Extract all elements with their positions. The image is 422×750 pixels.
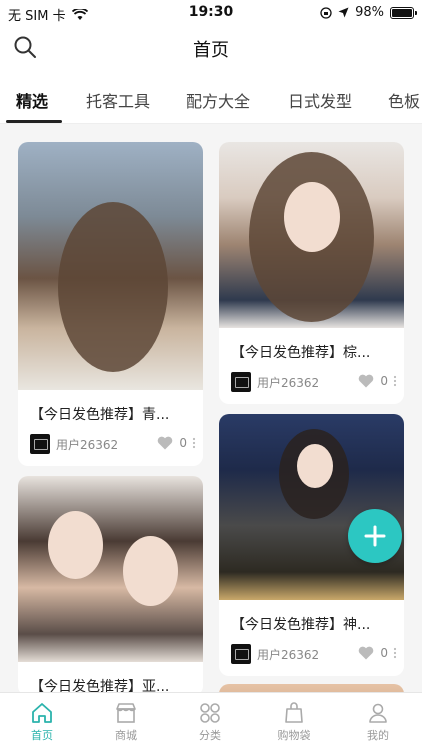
status-bar: 无 SIM 卡 19:30 98% — [0, 0, 422, 26]
store-icon — [116, 703, 136, 723]
profile-icon — [369, 703, 387, 723]
post-meta: 用户26362 0 — [18, 434, 203, 466]
post-meta: 用户26362 0 — [219, 372, 404, 404]
post-meta: 用户26362 0 — [219, 644, 404, 676]
tab-tools[interactable]: 托客工具 — [86, 88, 150, 112]
header: 首页 — [0, 26, 422, 70]
battery-percent: 98% — [355, 5, 384, 20]
post-title: 【今日发色推荐】亚... — [30, 679, 170, 692]
add-post-button[interactable] — [348, 509, 402, 563]
avatar — [231, 644, 251, 664]
shopping-bag-icon — [285, 702, 303, 723]
post-title: 【今日发色推荐】神... — [231, 617, 371, 633]
nav-label: 商城 — [115, 729, 137, 742]
page-title: 首页 — [193, 40, 229, 61]
post-image — [18, 142, 203, 390]
orientation-lock-icon — [320, 6, 332, 19]
battery-level — [392, 8, 412, 17]
post-title: 【今日发色推荐】青... — [30, 407, 170, 423]
avatar — [231, 372, 251, 392]
post-card[interactable]: 【今日发色推荐】棕... 用户26362 0 — [219, 142, 404, 404]
post-image — [219, 414, 404, 600]
category-icon — [200, 703, 220, 723]
plus-icon — [364, 525, 386, 547]
post-image — [219, 142, 404, 328]
bottom-navigation: 首页 商城 分类 购物袋 我的 — [0, 692, 422, 750]
nav-label: 分类 — [199, 729, 221, 742]
more-icon[interactable] — [191, 435, 197, 451]
heart-icon[interactable] — [358, 646, 374, 660]
more-icon[interactable] — [392, 645, 398, 661]
post-image — [18, 476, 203, 662]
category-tabs: 精选 托客工具 配方大全 日式发型 色板 — [0, 78, 422, 122]
nav-store[interactable]: 商城 — [96, 701, 156, 743]
like-count: 0 — [380, 646, 388, 660]
nav-home[interactable]: 首页 — [12, 701, 72, 743]
post-card[interactable] — [219, 684, 404, 692]
avatar — [30, 434, 50, 454]
username: 用户26362 — [257, 376, 320, 390]
nav-category[interactable]: 分类 — [180, 701, 240, 743]
username: 用户26362 — [56, 438, 119, 452]
tab-color-chart[interactable]: 色板 — [388, 88, 420, 112]
post-card[interactable]: 【今日发色推荐】青... 用户26362 0 — [18, 142, 203, 466]
nav-label: 首页 — [31, 729, 53, 742]
tab-japanese-styles[interactable]: 日式发型 — [288, 88, 352, 112]
nav-label: 我的 — [367, 729, 389, 742]
feed[interactable]: 【今日发色推荐】青... 用户26362 0 【今日发色推荐】棕... 用户26… — [0, 124, 422, 692]
post-card[interactable]: 【今日发色推荐】亚... — [18, 476, 203, 692]
username: 用户26362 — [257, 648, 320, 662]
nav-profile[interactable]: 我的 — [348, 701, 408, 743]
tab-featured[interactable]: 精选 — [16, 88, 48, 112]
status-right: 98% — [320, 5, 417, 20]
battery-icon — [390, 6, 417, 19]
location-icon — [338, 7, 349, 18]
more-icon[interactable] — [392, 373, 398, 389]
like-count: 0 — [380, 374, 388, 388]
tab-formulas[interactable]: 配方大全 — [186, 88, 250, 112]
like-count: 0 — [179, 436, 187, 450]
nav-label: 购物袋 — [277, 729, 311, 742]
post-title: 【今日发色推荐】棕... — [231, 345, 371, 361]
nav-shopping-bag[interactable]: 购物袋 — [264, 701, 324, 743]
heart-icon[interactable] — [157, 436, 173, 450]
heart-icon[interactable] — [358, 374, 374, 388]
home-icon — [32, 703, 52, 723]
